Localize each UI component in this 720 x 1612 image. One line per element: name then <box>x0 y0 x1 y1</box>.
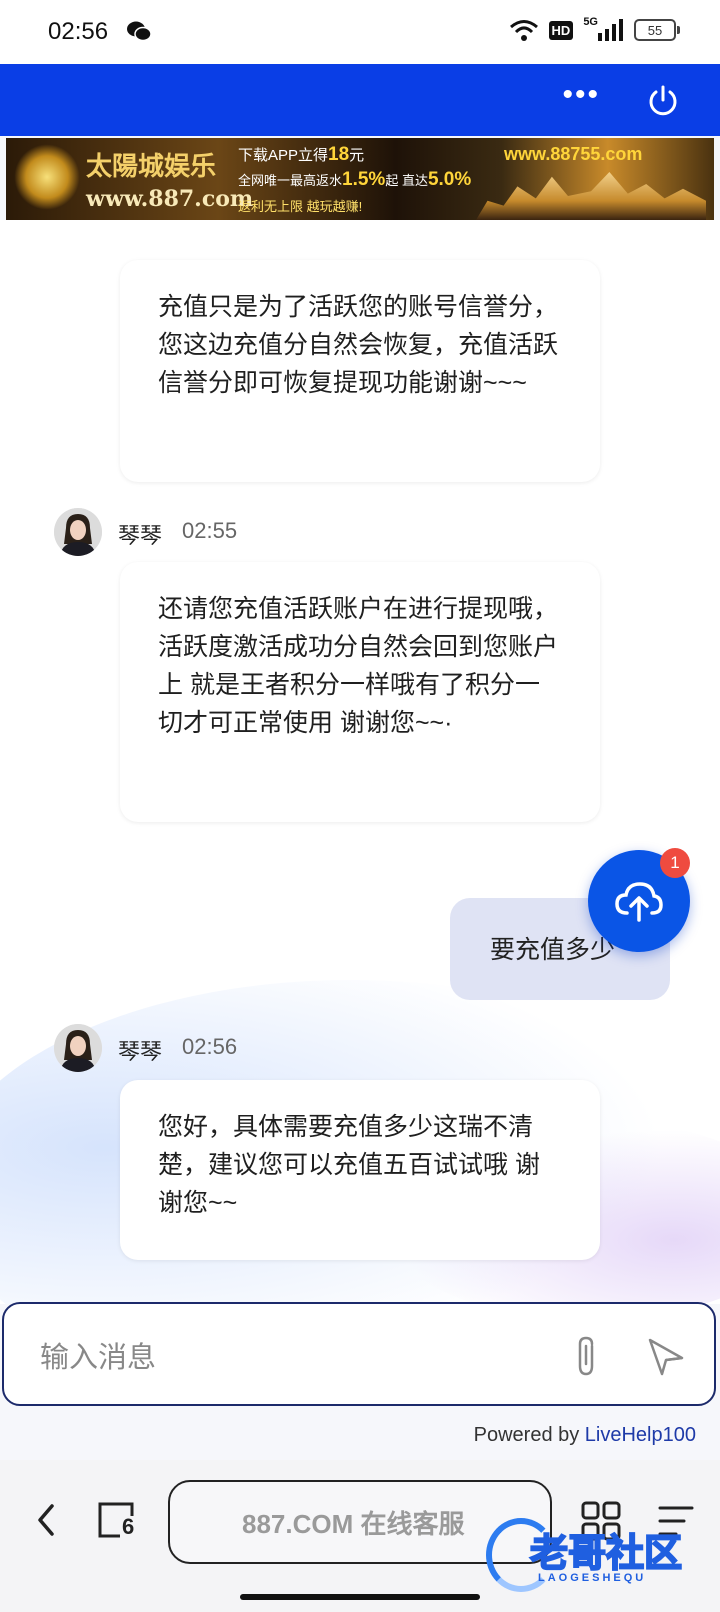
banner-sun-logo-icon <box>14 144 80 210</box>
send-icon[interactable] <box>646 1336 686 1376</box>
agent-message-bubble: 充值只是为了活跃您的账号信誉分，您这边充值分自然会恢复，充值活跃信誉分即可恢复提… <box>120 260 600 482</box>
agent-message-bubble: 您好，具体需要充值多少这瑞不清楚，建议您可以充值五百试试哦 谢谢您~~ <box>120 1080 600 1260</box>
status-icons: HD 5G 55 <box>509 16 680 42</box>
battery-indicator: 55 <box>634 19 680 41</box>
chat-header <box>0 64 720 136</box>
status-time: 02:56 <box>48 18 109 45</box>
banner-promo-line2: 全网唯一最高返水1.5%起 直达5.0% <box>238 169 472 190</box>
paperclip-icon[interactable] <box>572 1334 602 1378</box>
banner-promo-line3: 返利无上限 越玩越赚! <box>238 199 363 214</box>
agent-avatar <box>54 1024 102 1072</box>
back-arrow-icon[interactable] <box>30 1498 62 1542</box>
watermark-subtext: LAOGESHEQU <box>538 1572 647 1584</box>
status-bar: 02:56 HD 5G 55 <box>0 0 720 64</box>
agent-avatar <box>54 508 102 556</box>
notification-badge: 1 <box>660 848 690 878</box>
message-time: 02:56 <box>182 1034 238 1059</box>
wechat-icon <box>127 21 152 42</box>
powered-by: Powered by LiveHelp100 <box>473 1424 696 1446</box>
message-time: 02:55 <box>182 518 238 543</box>
message-input[interactable]: 输入消息 <box>2 1302 716 1406</box>
tabs-button[interactable]: 6 <box>96 1500 136 1540</box>
wifi-icon <box>509 20 538 41</box>
more-dots-icon[interactable]: ••• <box>562 80 600 110</box>
message-input-placeholder: 输入消息 <box>40 1342 157 1374</box>
hd-badge: HD <box>548 20 574 40</box>
signal-icon <box>598 19 623 41</box>
cloud-upload-icon <box>615 882 663 922</box>
sender-name: 琴琴 <box>118 1039 163 1064</box>
banner-promo-line1: 下载APP立得18元 <box>238 144 365 165</box>
address-bar-title: 887.COM 在线客服 <box>242 1509 465 1539</box>
home-indicator[interactable] <box>240 1594 480 1600</box>
banner-site-url: www.88755.com <box>504 144 643 164</box>
agent-message-bubble: 还请您充值活跃账户在进行提现哦，活跃度激活成功分自然会回到您账户上 就是王者积分… <box>120 562 600 822</box>
banner-brand: 太陽城娱乐 <box>86 152 217 182</box>
watermark-text: 老哥社区 <box>529 1530 683 1576</box>
network-type: 5G <box>583 16 598 28</box>
banner-city-image <box>476 172 706 220</box>
ad-banner[interactable]: 太陽城娱乐 www.887.com 下载APP立得18元 全网唯一最高返水1.5… <box>6 138 714 220</box>
powered-by-link[interactable]: LiveHelp100 <box>585 1424 696 1446</box>
power-icon[interactable] <box>646 84 680 118</box>
banner-brand-url: www.887.com <box>86 186 254 212</box>
sender-name: 琴琴 <box>118 523 163 548</box>
tab-count: 6 <box>122 1514 135 1539</box>
